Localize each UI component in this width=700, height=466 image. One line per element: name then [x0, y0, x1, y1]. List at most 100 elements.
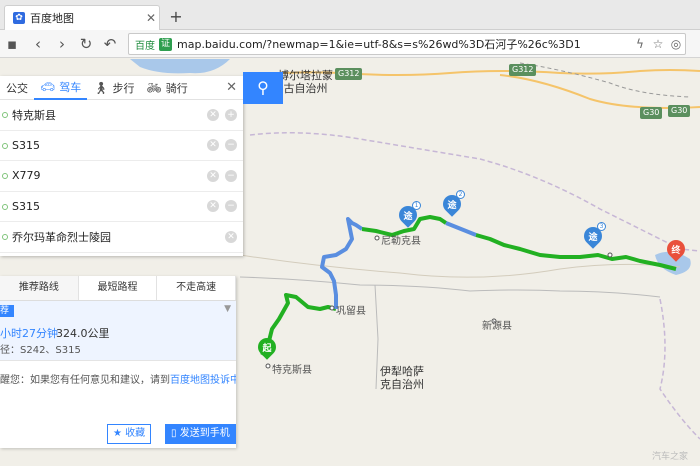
label-bortala: 博尔塔拉蒙 古自治州 [278, 69, 333, 95]
mode-car-label: 驾车 [59, 80, 82, 94]
route-segment-5 [475, 233, 677, 271]
route-search-button[interactable]: ⚲ [243, 72, 283, 104]
remove-waypoint-icon[interactable]: ✕ [225, 230, 237, 243]
remove-waypoint-icon[interactable]: ✕ [207, 169, 219, 182]
collect-button[interactable]: ★ 收藏 [107, 424, 152, 444]
browser-tab-bar: ✿ 百度地图 ✕ + [0, 0, 700, 30]
waypoint-input[interactable]: S315 [12, 139, 207, 152]
browser-tab[interactable]: ✿ 百度地图 ✕ [4, 5, 160, 30]
via-marker-1[interactable]: 途 1 [395, 201, 421, 228]
mode-walk[interactable]: 🚶︎ 步行 [87, 76, 140, 100]
waypoint-input[interactable]: 乔尔玛革命烈士陵园 [12, 229, 225, 245]
via-marker-badge: 1 [412, 201, 421, 210]
remove-waypoint-icon[interactable]: ✕ [207, 200, 219, 213]
minus-waypoint-icon[interactable]: − [225, 200, 237, 213]
profile-icon[interactable]: ◎ [667, 37, 685, 51]
back-icon[interactable]: ‹ [28, 34, 48, 54]
minus-waypoint-icon[interactable]: − [225, 139, 237, 152]
waypoint-via-3[interactable]: S315 ✕ − [0, 192, 243, 222]
highway-g30 [499, 74, 700, 109]
shield-g30-2: G30 [668, 105, 691, 117]
via-marker-2[interactable]: 途 2 [439, 190, 465, 217]
waypoint-dot-icon [2, 203, 8, 210]
tab-recommended[interactable]: 推荐路线 [0, 276, 79, 300]
shield-g312-2: G312 [509, 64, 537, 76]
remove-waypoint-icon[interactable]: ✕ [207, 139, 219, 152]
waypoint-input[interactable]: S315 [12, 200, 207, 213]
waypoint-via-1[interactable]: S315 ✕ − [0, 131, 243, 161]
mode-walk-label: 步行 [112, 81, 135, 95]
menu-icon[interactable]: ▪ [2, 34, 22, 54]
prefecture-border-2 [659, 298, 700, 440]
mode-bike[interactable]: 🚲︎ 骑行 [140, 76, 193, 100]
url-text[interactable]: map.baidu.com/?newmap=1&ie=utf-8&s=s%26w… [177, 36, 631, 52]
route-option-tabs: 推荐路线 最短路程 不走高速 [0, 276, 237, 301]
new-tab-button[interactable]: + [168, 7, 184, 26]
feedback-tip: 醒您：如果您有任何意见和建议，请到百度地图投诉中心反 [0, 371, 236, 386]
star-icon: ★ [113, 428, 122, 439]
complaint-center-link[interactable]: 百度地图投诉中心 [170, 375, 236, 386]
close-icon[interactable]: ✕ [226, 80, 237, 95]
county-border-2 [374, 284, 379, 390]
forward-icon[interactable]: › [52, 34, 72, 54]
add-waypoint-icon[interactable]: + [225, 108, 237, 121]
start-marker[interactable]: 起 [254, 334, 280, 360]
tab-no-highway[interactable]: 不走高速 [157, 276, 237, 300]
browser-nav-bar: ▪ ‹ › ↻ ↶ 百度 证 map.baidu.com/?newmap=1&i… [0, 30, 700, 58]
via-marker-label: 途 [403, 212, 413, 222]
via-marker-3[interactable]: 途 3 [580, 222, 606, 249]
end-marker-label: 终 [671, 246, 681, 256]
waypoint-via-2[interactable]: X779 ✕ − [0, 161, 243, 192]
waypoint-end[interactable]: 乔尔玛革命烈士陵园 ✕ [0, 222, 243, 253]
town-dot-tekes [265, 363, 271, 369]
route-segment-2 [320, 217, 364, 309]
waypoint-dot-icon [2, 142, 8, 149]
town-dot-nileke [374, 235, 380, 241]
bike-icon: 🚲︎ [146, 80, 162, 95]
tip-prefix: 醒您：如果您有任何意见和建议，请到 [0, 375, 170, 386]
town-dot-gongliu [329, 305, 335, 311]
mode-bus[interactable]: 公交 [0, 76, 34, 100]
waypoint-input[interactable]: 特克斯县 [12, 107, 207, 123]
start-marker-label: 起 [262, 344, 272, 354]
via-marker-badge: 2 [456, 190, 465, 199]
lightning-icon[interactable]: ϟ [631, 37, 649, 51]
url-badge: 百度 [135, 40, 155, 52]
mode-bike-label: 骑行 [165, 81, 188, 95]
waypoint-dot-icon [2, 234, 8, 240]
town-dot-end [607, 252, 613, 258]
send-to-phone-button[interactable]: ▯ 发送到手机 [165, 424, 236, 444]
via-marker-badge: 3 [597, 222, 606, 231]
railway [519, 62, 691, 98]
cert-badge: 证 [159, 37, 172, 51]
tab-shortest[interactable]: 最短路程 [78, 276, 158, 300]
tab-close-icon[interactable]: ✕ [143, 11, 159, 25]
label-tekes: 特克斯县 [272, 365, 312, 376]
car-icon: 🚗︎ [40, 79, 56, 94]
shield-g312: G312 [335, 68, 363, 80]
end-marker[interactable]: 终 [663, 236, 689, 262]
label-gongliu: 巩留县 [336, 306, 366, 317]
waypoint-start[interactable]: 特克斯县 ✕ + [0, 100, 243, 131]
shield-g30: G30 [640, 107, 663, 119]
route-distance: 324.0公里 [56, 327, 110, 340]
route-time: 小时27分钟 [0, 327, 58, 340]
route-result-panel: 推荐路线 最短路程 不走高速 荐 ▼ 小时27分钟 324.0公里 径：S242… [0, 276, 237, 448]
via-marker-label: 途 [588, 233, 598, 243]
reload-icon[interactable]: ↻ [76, 34, 96, 54]
mode-car[interactable]: 🚗︎ 驾车 [34, 76, 88, 100]
search-icon: ⚲ [257, 78, 269, 97]
mode-bus-label: 公交 [6, 81, 28, 95]
undo-icon[interactable]: ↶ [100, 34, 120, 54]
label-xinyuan: 新源县 [482, 321, 512, 332]
watermark: 汽车之家 [651, 452, 688, 462]
address-bar[interactable]: 百度 证 map.baidu.com/?newmap=1&ie=utf-8&s=… [128, 33, 686, 55]
lake [130, 59, 230, 74]
chevron-down-icon[interactable]: ▼ [224, 304, 231, 314]
minus-waypoint-icon[interactable]: − [225, 169, 237, 182]
waypoint-input[interactable]: X779 [12, 169, 207, 182]
remove-waypoint-icon[interactable]: ✕ [207, 108, 219, 121]
recommended-route-card[interactable]: 荐 ▼ 小时27分钟 324.0公里 径：S242、S315 [0, 301, 236, 361]
route-via: 径：S242、S315 [0, 345, 81, 356]
star-icon[interactable]: ☆ [649, 37, 667, 51]
